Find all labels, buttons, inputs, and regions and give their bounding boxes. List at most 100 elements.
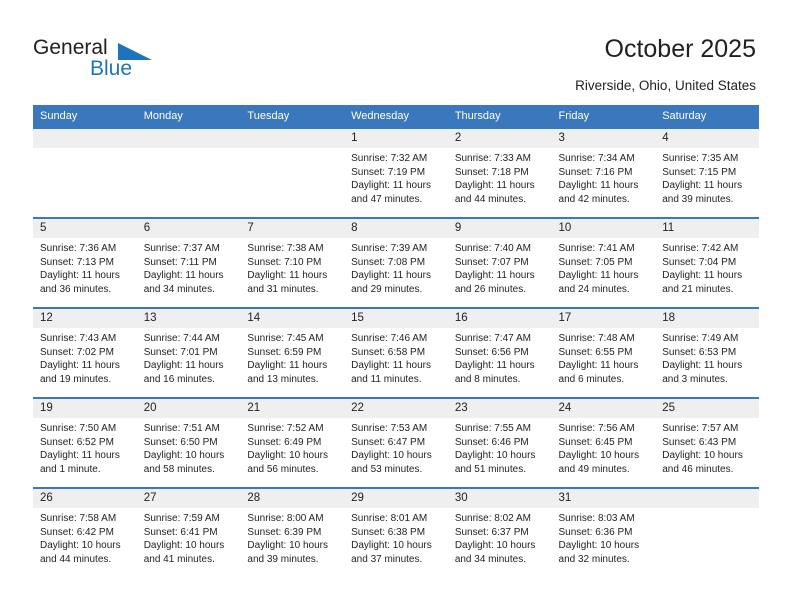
calendar-day-cell[interactable]: 31 Sunrise: 8:03 AM Sunset: 6:36 PM Dayligh… bbox=[551, 487, 656, 577]
page-header: General Blue October 2025 Riverside, Ohi… bbox=[0, 0, 792, 103]
calendar-day-cell[interactable]: 9 Sunrise: 7:40 AM Sunset: 7:07 PM Daylight… bbox=[447, 217, 552, 308]
sunrise-time: Sunrise: 7:49 AM bbox=[662, 333, 739, 344]
daylight-duration-line2: and 1 minute. bbox=[40, 463, 101, 475]
daylight-duration-line2: and 41 minutes. bbox=[143, 553, 215, 565]
sunrise-time: Sunrise: 7:41 AM bbox=[558, 243, 635, 254]
day-details: Sunrise: 8:03 AM Sunset: 6:36 PM Daylight:… bbox=[552, 508, 656, 566]
daylight-duration-line1: Daylight: 10 hours bbox=[558, 450, 640, 462]
calendar-day-cell[interactable]: 26 Sunrise: 7:58 AM Sunset: 6:42 PM Dayligh… bbox=[33, 487, 137, 577]
daylight-duration-line2: and 44 minutes. bbox=[454, 193, 526, 205]
daylight-duration-line1: Daylight: 10 hours bbox=[558, 540, 640, 552]
calendar-day-cell[interactable]: 11 Sunrise: 7:42 AM Sunset: 7:04 PM Dayligh… bbox=[655, 217, 759, 308]
day-number: 4 bbox=[655, 129, 759, 148]
brand-logo[interactable]: General Blue bbox=[33, 36, 213, 84]
calendar-day-cell[interactable]: 10 Sunrise: 7:41 AM Sunset: 7:05 PM Dayligh… bbox=[551, 217, 656, 308]
day-details: Sunrise: 7:42 AM Sunset: 7:04 PM Daylight:… bbox=[655, 238, 759, 296]
calendar-day-cell[interactable]: 28 Sunrise: 8:00 AM Sunset: 6:39 PM Dayligh… bbox=[240, 487, 345, 577]
sunset-time: Sunset: 6:49 PM bbox=[247, 436, 322, 448]
calendar-day-cell[interactable]: 22 Sunrise: 7:53 AM Sunset: 6:47 PM Dayligh… bbox=[344, 397, 448, 488]
sunrise-time: Sunrise: 7:34 AM bbox=[558, 153, 635, 164]
day-number: 2 bbox=[447, 129, 552, 148]
daylight-duration-line2: and 53 minutes. bbox=[351, 463, 423, 475]
day-number: 30 bbox=[447, 489, 552, 508]
day-details: Sunrise: 7:45 AM Sunset: 6:59 PM Daylight:… bbox=[240, 328, 344, 386]
day-number: 29 bbox=[344, 489, 448, 508]
sunset-time: Sunset: 7:01 PM bbox=[143, 346, 218, 358]
daylight-duration-line1: Daylight: 11 hours bbox=[662, 360, 743, 372]
calendar-day-cell[interactable]: 29 Sunrise: 8:01 AM Sunset: 6:38 PM Dayligh… bbox=[344, 487, 448, 577]
day-details: Sunrise: 8:01 AM Sunset: 6:38 PM Daylight:… bbox=[344, 508, 448, 566]
sunset-time: Sunset: 6:36 PM bbox=[558, 526, 633, 538]
daylight-duration-line1: Daylight: 11 hours bbox=[247, 270, 328, 282]
sunrise-time: Sunrise: 7:50 AM bbox=[40, 423, 117, 434]
daylight-duration-line2: and 24 minutes. bbox=[558, 283, 630, 295]
calendar-day-cell[interactable]: 4 Sunrise: 7:35 AM Sunset: 7:15 PM Daylight… bbox=[655, 127, 759, 218]
calendar-day-cell[interactable]: 27 Sunrise: 7:59 AM Sunset: 6:41 PM Dayligh… bbox=[136, 487, 241, 577]
daylight-duration-line1: Daylight: 11 hours bbox=[454, 270, 535, 282]
calendar-day-cell[interactable]: 30 Sunrise: 8:02 AM Sunset: 6:37 PM Dayligh… bbox=[447, 487, 552, 577]
daylight-duration-line2: and 37 minutes. bbox=[351, 553, 423, 565]
sunrise-time: Sunrise: 7:57 AM bbox=[662, 423, 739, 434]
sunrise-time: Sunrise: 7:48 AM bbox=[558, 333, 635, 344]
sunset-time: Sunset: 6:41 PM bbox=[143, 526, 218, 538]
daylight-duration-line2: and 6 minutes. bbox=[558, 373, 625, 385]
sunrise-time: Sunrise: 8:02 AM bbox=[454, 513, 531, 524]
daylight-duration-line2: and 31 minutes. bbox=[247, 283, 319, 295]
sunset-time: Sunset: 6:46 PM bbox=[454, 436, 529, 448]
day-number: 25 bbox=[655, 399, 759, 418]
daylight-duration-line1: Daylight: 11 hours bbox=[351, 180, 431, 192]
calendar-day-cell-empty bbox=[240, 127, 345, 218]
calendar-day-cell[interactable]: 18 Sunrise: 7:49 AM Sunset: 6:53 PM Dayligh… bbox=[655, 307, 759, 398]
day-number: 8 bbox=[344, 219, 448, 238]
calendar-day-cell[interactable]: 2 Sunrise: 7:33 AM Sunset: 7:18 PM Daylight… bbox=[447, 127, 552, 218]
calendar-day-cell[interactable]: 19 Sunrise: 7:50 AM Sunset: 6:52 PM Dayligh… bbox=[33, 397, 137, 488]
calendar-day-cell[interactable]: 5 Sunrise: 7:36 AM Sunset: 7:13 PM Daylight… bbox=[33, 217, 137, 308]
calendar-day-cell[interactable]: 3 Sunrise: 7:34 AM Sunset: 7:16 PM Daylight… bbox=[551, 127, 656, 218]
day-number: 18 bbox=[655, 309, 759, 328]
day-details: Sunrise: 7:43 AM Sunset: 7:02 PM Daylight:… bbox=[33, 328, 137, 386]
calendar-day-cell[interactable]: 14 Sunrise: 7:45 AM Sunset: 6:59 PM Dayligh… bbox=[240, 307, 345, 398]
daylight-duration-line2: and 13 minutes. bbox=[247, 373, 319, 385]
day-details: Sunrise: 7:44 AM Sunset: 7:01 PM Daylight:… bbox=[137, 328, 241, 386]
day-details: Sunrise: 7:50 AM Sunset: 6:52 PM Daylight:… bbox=[33, 418, 137, 476]
day-details: Sunrise: 7:39 AM Sunset: 7:08 PM Daylight:… bbox=[344, 238, 448, 296]
day-details: Sunrise: 7:55 AM Sunset: 6:46 PM Daylight:… bbox=[448, 418, 552, 476]
sunset-time: Sunset: 7:18 PM bbox=[454, 166, 529, 178]
calendar-day-cell[interactable]: 25 Sunrise: 7:57 AM Sunset: 6:43 PM Dayligh… bbox=[655, 397, 759, 488]
daylight-duration-line2: and 29 minutes. bbox=[351, 283, 423, 295]
daylight-duration-line2: and 32 minutes. bbox=[558, 553, 630, 565]
daylight-duration-line2: and 39 minutes. bbox=[247, 553, 319, 565]
daylight-duration-line1: Daylight: 10 hours bbox=[143, 540, 225, 552]
calendar-day-cell[interactable]: 6 Sunrise: 7:37 AM Sunset: 7:11 PM Daylight… bbox=[136, 217, 241, 308]
calendar-day-cell[interactable]: 16 Sunrise: 7:47 AM Sunset: 6:56 PM Dayligh… bbox=[447, 307, 552, 398]
calendar-day-cell[interactable]: 12 Sunrise: 7:43 AM Sunset: 7:02 PM Dayligh… bbox=[33, 307, 137, 398]
sunset-time: Sunset: 7:08 PM bbox=[351, 256, 426, 268]
calendar-day-cell[interactable]: 21 Sunrise: 7:52 AM Sunset: 6:49 PM Dayligh… bbox=[240, 397, 345, 488]
sunset-time: Sunset: 7:10 PM bbox=[247, 256, 322, 268]
day-number: 14 bbox=[240, 309, 345, 328]
sunrise-sunset-calendar: Sunday Monday Tuesday Wednesday Thursday… bbox=[33, 105, 759, 577]
calendar-day-cell[interactable]: 17 Sunrise: 7:48 AM Sunset: 6:55 PM Dayligh… bbox=[551, 307, 656, 398]
daylight-duration-line1: Daylight: 11 hours bbox=[351, 270, 431, 282]
calendar-day-cell[interactable]: 24 Sunrise: 7:56 AM Sunset: 6:45 PM Dayligh… bbox=[551, 397, 656, 488]
calendar-day-cell[interactable]: 20 Sunrise: 7:51 AM Sunset: 6:50 PM Dayligh… bbox=[136, 397, 241, 488]
day-number: 26 bbox=[33, 489, 137, 508]
daylight-duration-line2: and 47 minutes. bbox=[351, 193, 423, 205]
calendar-day-cell[interactable]: 1 Sunrise: 7:32 AM Sunset: 7:19 PM Daylight… bbox=[344, 127, 448, 218]
sunset-time: Sunset: 7:15 PM bbox=[662, 166, 737, 178]
calendar-day-cell[interactable]: 23 Sunrise: 7:55 AM Sunset: 6:46 PM Dayligh… bbox=[447, 397, 552, 488]
calendar-day-cell[interactable]: 13 Sunrise: 7:44 AM Sunset: 7:01 PM Dayligh… bbox=[136, 307, 241, 398]
calendar-day-cell[interactable]: 8 Sunrise: 7:39 AM Sunset: 7:08 PM Daylight… bbox=[344, 217, 448, 308]
logo-secondary-text: Blue bbox=[90, 57, 133, 80]
sunset-time: Sunset: 7:02 PM bbox=[40, 346, 114, 358]
day-number: 22 bbox=[344, 399, 448, 418]
calendar-day-cell[interactable]: 7 Sunrise: 7:38 AM Sunset: 7:10 PM Daylight… bbox=[240, 217, 345, 308]
sunset-time: Sunset: 6:42 PM bbox=[40, 526, 114, 538]
sunset-time: Sunset: 6:50 PM bbox=[143, 436, 218, 448]
day-number: 11 bbox=[655, 219, 759, 238]
daylight-duration-line2: and 46 minutes. bbox=[662, 463, 734, 475]
sunrise-time: Sunrise: 8:03 AM bbox=[558, 513, 635, 524]
day-details: Sunrise: 7:48 AM Sunset: 6:55 PM Daylight:… bbox=[552, 328, 656, 386]
day-details: Sunrise: 7:32 AM Sunset: 7:19 PM Daylight:… bbox=[344, 148, 448, 206]
calendar-day-cell[interactable]: 15 Sunrise: 7:46 AM Sunset: 6:58 PM Dayligh… bbox=[344, 307, 448, 398]
